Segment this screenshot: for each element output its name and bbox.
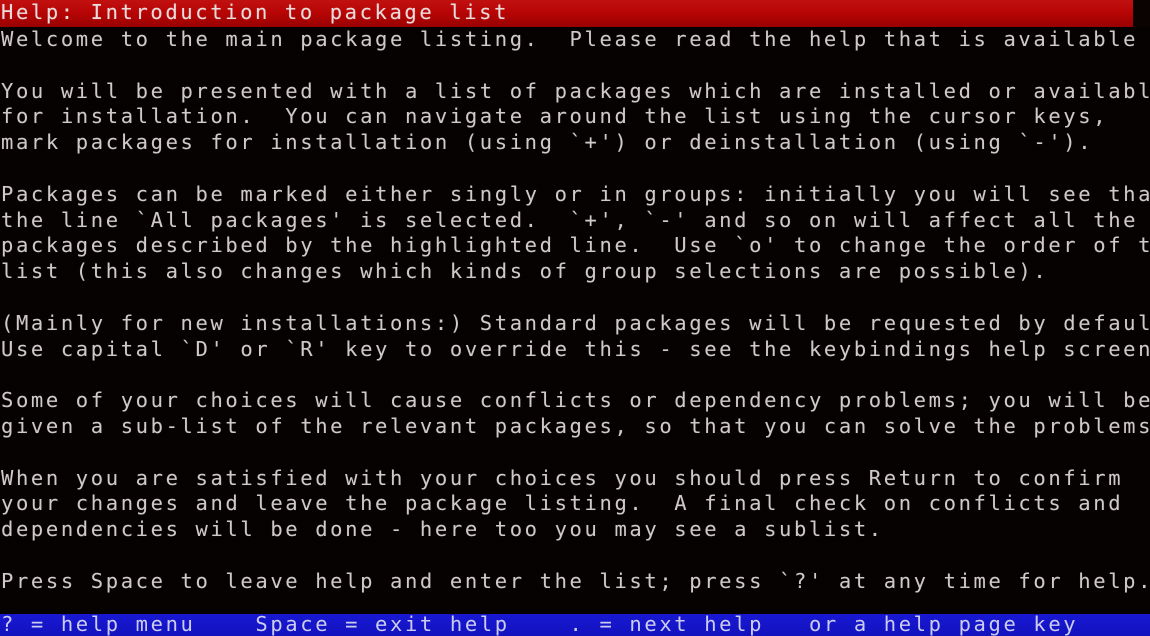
- terminal-screen: Help: Introduction to package list Welco…: [0, 0, 1150, 636]
- help-line: Use capital `D' or `R' key to override t…: [1, 336, 1150, 361]
- help-body: Welcome to the main package listing. Ple…: [0, 27, 1150, 614]
- help-line: Press Space to leave help and enter the …: [1, 568, 1150, 593]
- help-line: [0, 53, 1150, 79]
- help-line: mark packages for installation (using `+…: [1, 130, 1094, 155]
- help-line: Packages can be marked either singly or …: [1, 181, 1150, 206]
- help-line: Welcome to the main package listing. Ple…: [1, 27, 1150, 51]
- status-bar-keybindings: ? = help menu Space = exit help . = next…: [1, 614, 1079, 636]
- help-line: [0, 156, 1150, 182]
- help-status-bar[interactable]: ? = help menu Space = exit help . = next…: [0, 614, 1150, 636]
- help-line: [0, 285, 1150, 311]
- help-line: [0, 362, 1150, 388]
- help-line: You will be presented with a list of pac…: [1, 78, 1150, 103]
- help-line: your changes and leave the package listi…: [1, 491, 1124, 516]
- help-line: [0, 543, 1150, 569]
- help-title-bar: Help: Introduction to package list: [0, 0, 1133, 27]
- help-title-text: Help: Introduction to package list: [1, 0, 510, 24]
- help-line: packages described by the highlighted li…: [1, 233, 1150, 258]
- title-bar-filler: [1133, 0, 1150, 27]
- help-line: for installation. You can navigate aroun…: [1, 104, 1109, 129]
- help-line: the line `All packages' is selected. `+'…: [1, 207, 1139, 232]
- help-line: dependencies will be done - here too you…: [1, 517, 884, 542]
- help-line: (Mainly for new installations:) Standard…: [1, 310, 1150, 335]
- help-line: given a sub-list of the relevant package…: [1, 413, 1150, 438]
- help-line: Some of your choices will cause conflict…: [1, 388, 1150, 413]
- help-line: When you are satisfied with your choices…: [1, 465, 1124, 490]
- help-line: list (this also changes which kinds of g…: [1, 259, 1049, 284]
- help-line: [0, 440, 1150, 466]
